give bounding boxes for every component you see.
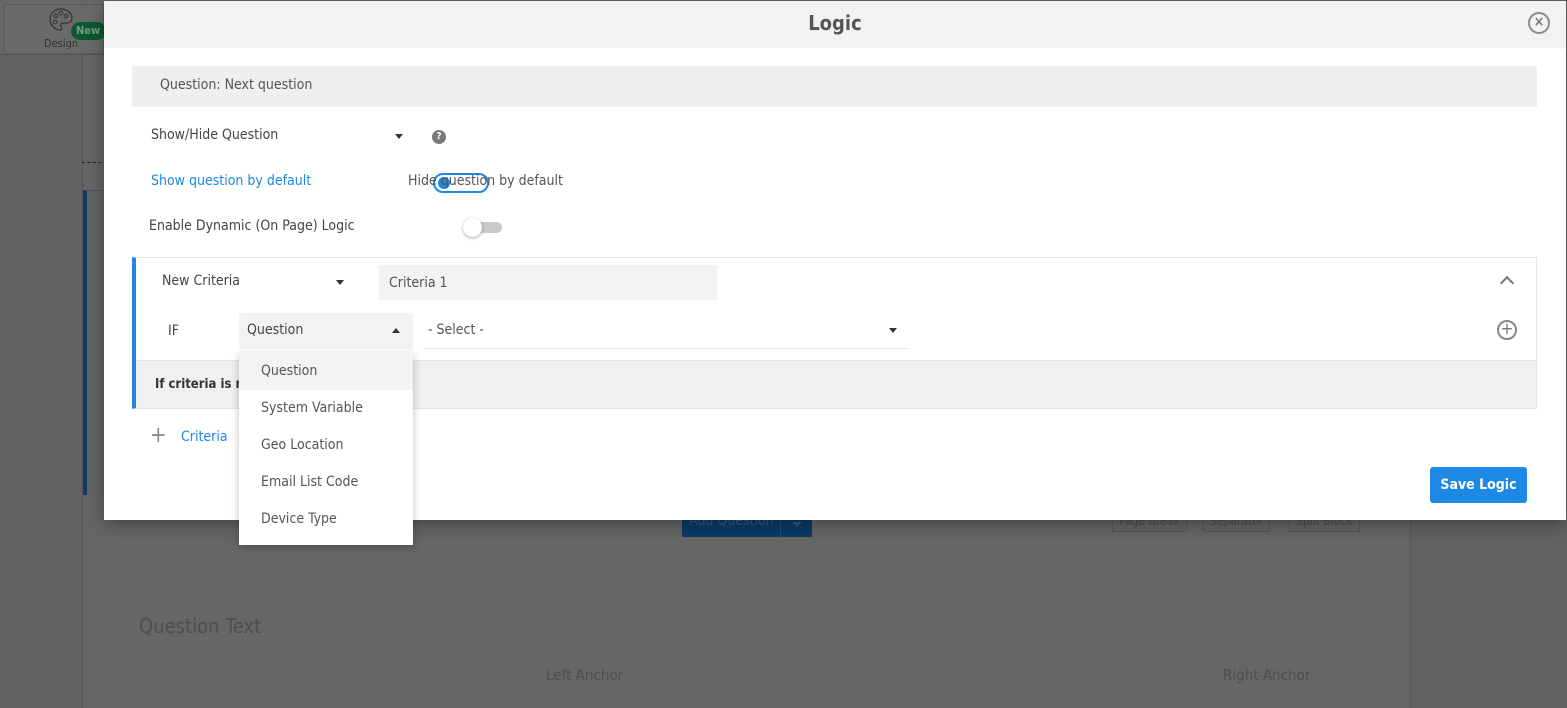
caret-down-icon xyxy=(889,328,897,333)
add-condition-icon[interactable]: + xyxy=(1497,320,1517,340)
menu-item-device-type[interactable]: Device Type xyxy=(239,501,413,538)
question-label: Question: Next question xyxy=(160,77,313,93)
caret-down-icon xyxy=(336,280,344,285)
logic-type-value: Show/Hide Question xyxy=(151,127,279,143)
criteria-type-select[interactable]: New Criteria xyxy=(162,273,352,295)
menu-item-system-variable[interactable]: System Variable xyxy=(239,390,413,427)
criteria-type-value: New Criteria xyxy=(162,273,241,289)
condition-source-menu: Question System Variable Geo Location Em… xyxy=(239,353,413,545)
show-by-default-label[interactable]: Show question by default xyxy=(151,173,311,189)
right-anchor-label: Right Anchor xyxy=(1223,666,1311,684)
dynamic-logic-toggle[interactable] xyxy=(463,218,502,237)
if-label: IF xyxy=(168,323,179,339)
dynamic-logic-label: Enable Dynamic (On Page) Logic xyxy=(149,218,355,234)
save-logic-button[interactable]: Save Logic xyxy=(1430,467,1527,503)
logic-type-select[interactable]: Show/Hide Question xyxy=(151,127,406,149)
menu-item-geo-location[interactable]: Geo Location xyxy=(239,427,413,464)
plus-icon: + xyxy=(150,423,167,448)
condition-source-select[interactable]: Question xyxy=(239,313,413,349)
caret-up-icon xyxy=(392,328,400,333)
condition-source-value: Question xyxy=(247,322,304,338)
hide-by-default-label[interactable]: Hide question by default xyxy=(408,173,563,189)
help-icon[interactable]: ? xyxy=(432,130,446,144)
menu-item-question[interactable]: Question xyxy=(239,353,413,390)
caret-down-icon xyxy=(395,134,403,139)
condition-value-placeholder: - Select - xyxy=(428,322,484,338)
design-tab-label: Design xyxy=(44,37,79,50)
left-anchor-label: Left Anchor xyxy=(546,666,624,684)
criteria-met-label: If criteria is m xyxy=(155,377,248,392)
new-badge: New xyxy=(71,22,107,40)
condition-value-select[interactable]: - Select - xyxy=(423,313,909,349)
question-text: Question Text xyxy=(139,614,262,638)
chevron-up-icon[interactable] xyxy=(1499,275,1515,291)
close-icon[interactable]: × xyxy=(1528,12,1550,34)
add-criteria-label: Criteria xyxy=(181,429,228,445)
modal-title: Logic xyxy=(808,11,862,35)
toggle-knob xyxy=(463,218,482,237)
menu-item-email-list-code[interactable]: Email List Code xyxy=(239,464,413,501)
modal-header: Logic × xyxy=(104,1,1566,48)
criteria-name-input[interactable] xyxy=(379,265,717,300)
question-info-bar: Question: Next question xyxy=(132,66,1537,107)
